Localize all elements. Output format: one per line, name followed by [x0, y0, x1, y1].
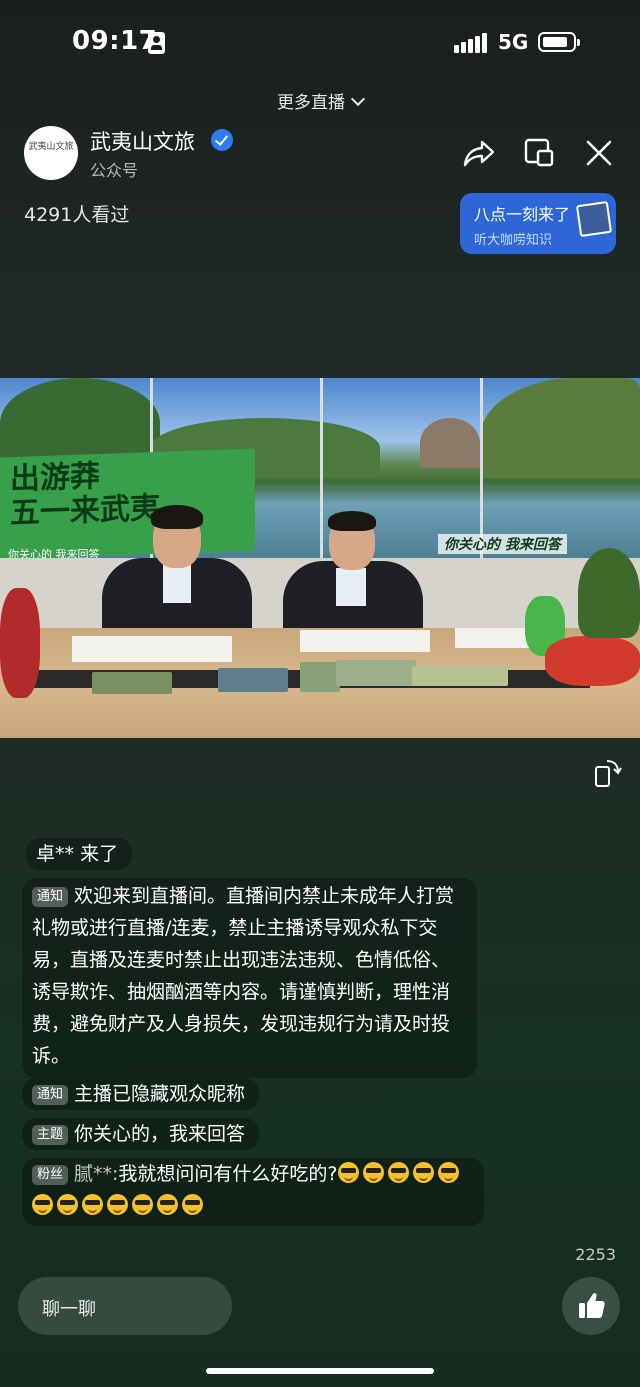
topic-text: 你关心的，我来回答 — [74, 1123, 246, 1145]
more-live-label: 更多直播 — [277, 93, 345, 113]
notice-text: 欢迎来到直播间。直播间内禁止未成年人打赏礼物或进行直播/连麦，禁止主播诱导观众私… — [32, 885, 455, 1067]
network-type: 5G — [498, 30, 529, 54]
join-user: 卓** — [36, 843, 75, 865]
battery-icon — [538, 32, 580, 52]
fan-text: 我就想问问有什么好吃的? — [118, 1163, 338, 1185]
chat-notice-message: 通知 欢迎来到直播间。直播间内禁止未成年人打赏礼物或进行直播/连麦，禁止主播诱导观… — [22, 878, 477, 1078]
promo-card[interactable]: 八点一刻来了 听大咖唠知识 — [460, 193, 616, 254]
signal-icon — [454, 33, 488, 53]
sunglasses-emoji-icon — [82, 1194, 103, 1215]
close-icon[interactable] — [582, 136, 616, 170]
more-live-button[interactable]: 更多直播 — [0, 88, 640, 113]
slogan-text: 你关心的 我来回答 — [438, 534, 567, 554]
channel-avatar[interactable]: 武夷山文旅 — [24, 126, 78, 180]
chat-topic-message: 主题 你关心的，我来回答 — [22, 1118, 260, 1150]
notice-text: 主播已隐藏观众昵称 — [74, 1083, 246, 1105]
sunglasses-emoji-icon — [132, 1194, 153, 1215]
sunglasses-emoji-icon — [387, 1162, 409, 1183]
fan-user: 腻**: — [74, 1163, 119, 1185]
chat-join-message: 卓** 来了 — [26, 838, 133, 870]
home-indicator[interactable] — [206, 1368, 434, 1374]
rotate-screen-icon[interactable] — [592, 758, 622, 788]
live-video[interactable]: 出游莽 五一来武夷 你关心的 我来回答 你关心的 我来回答 — [0, 378, 640, 738]
thumbs-up-icon — [579, 1292, 605, 1318]
sunglasses-emoji-icon — [107, 1194, 128, 1215]
sunglasses-emoji-icon — [57, 1194, 78, 1215]
chat-input-placeholder: 聊一聊 — [42, 1299, 96, 1320]
banner-text: 出游莽 五一来武夷 — [10, 458, 160, 532]
promo-banner: 出游莽 五一来武夷 — [0, 448, 255, 560]
like-count: 2253 — [575, 1245, 616, 1264]
join-text: 来了 — [80, 843, 119, 865]
sunglasses-emoji-icon — [362, 1162, 384, 1183]
avatar-logo-text: 武夷山文旅 — [28, 142, 74, 152]
sunglasses-emoji-icon — [412, 1162, 434, 1183]
sunglasses-emoji-icon — [157, 1194, 178, 1215]
sunglasses-emoji-icon — [32, 1194, 53, 1215]
sunglasses-emoji-icon — [182, 1194, 203, 1215]
chat-fan-message: 粉丝 腻**:我就想问问有什么好吃的? — [22, 1158, 484, 1226]
sunglasses-emoji-icon — [337, 1162, 359, 1183]
like-button[interactable] — [562, 1277, 620, 1335]
channel-name[interactable]: 武夷山文旅 — [90, 126, 195, 156]
chat-notice-message: 通知 主播已隐藏观众昵称 — [22, 1078, 260, 1110]
viewer-count: 4291人看过 — [24, 204, 130, 226]
chat-input[interactable]: 聊一聊 — [18, 1277, 232, 1335]
easel-icon — [575, 200, 613, 238]
share-icon[interactable] — [462, 136, 496, 170]
channel-type: 公众号 — [90, 161, 139, 180]
status-time: 09:17 — [72, 26, 158, 56]
sunglasses-emoji-icon — [437, 1162, 459, 1183]
id-card-icon — [148, 32, 165, 54]
notice-tag: 通知 — [32, 887, 69, 907]
chevron-down-icon — [350, 91, 366, 107]
picture-in-picture-icon[interactable] — [522, 136, 556, 170]
notice-tag: 通知 — [32, 1085, 69, 1105]
verified-badge-icon — [211, 129, 233, 151]
fan-tag: 粉丝 — [32, 1165, 69, 1185]
topic-tag: 主题 — [32, 1125, 69, 1145]
